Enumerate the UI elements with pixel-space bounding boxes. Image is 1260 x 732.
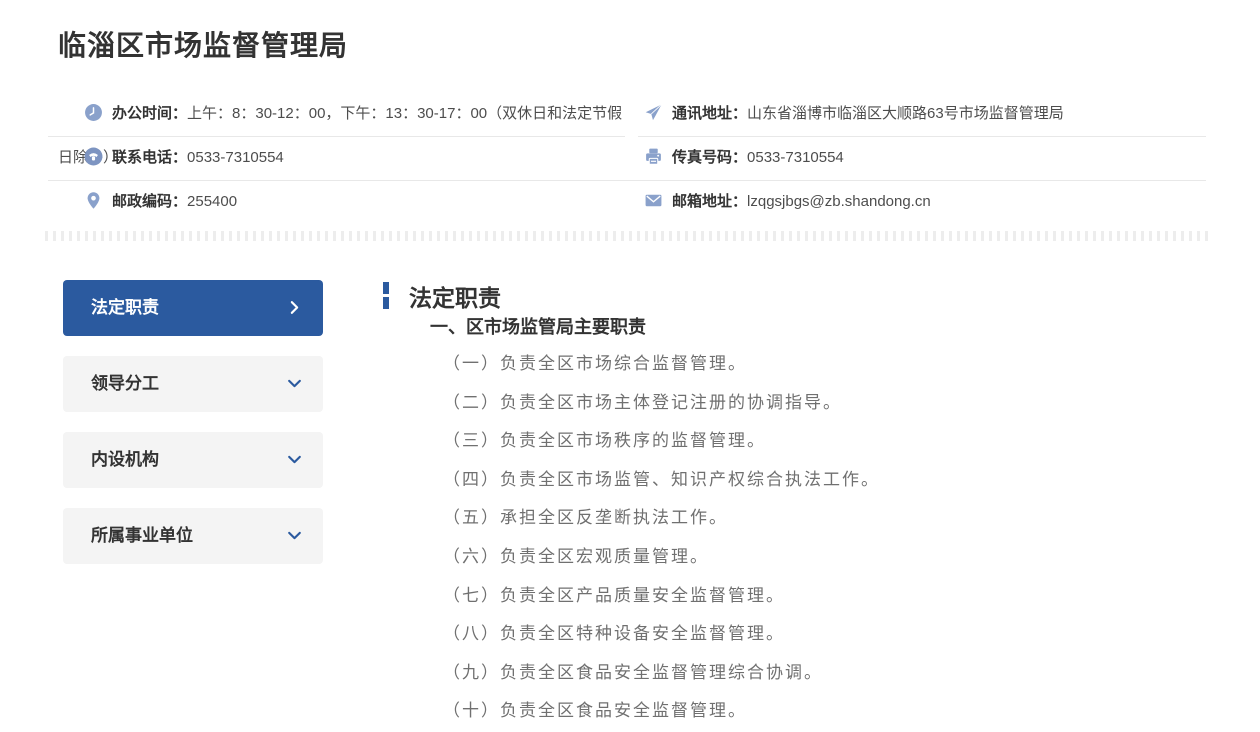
row-divider — [48, 180, 1206, 181]
sidebar-item-label: 所属事业单位 — [91, 526, 193, 545]
duty-item: （五）承担全区反垄断执法工作。 — [443, 508, 728, 528]
phone-icon — [84, 147, 103, 166]
email-row: 邮箱地址：lzqgsjbgs@zb.shandong.cn — [636, 180, 1208, 224]
sidebar-item-legal-duties[interactable]: 法定职责 — [63, 280, 323, 336]
postal-text: 邮政编码：255400 — [84, 191, 238, 210]
chevron-down-icon — [286, 451, 303, 468]
sidebar-item-label: 法定职责 — [91, 298, 159, 317]
contact-label: 联系电话： — [112, 149, 188, 166]
contact-label: 通讯地址： — [672, 105, 748, 122]
contact-value: 0533-7310554 — [187, 149, 284, 166]
duty-item: （二）负责全区市场主体登记注册的协调指导。 — [443, 392, 842, 412]
chevron-down-icon — [286, 375, 303, 392]
duty-item: （一）负责全区市场综合监督管理。 — [443, 354, 747, 373]
contact-value: 0533-7310554 — [747, 149, 844, 166]
section-marker-bar — [383, 282, 389, 294]
contact-value: lzqgsjbgs@zb.shandong.cn — [747, 193, 931, 210]
fax-row: 传真号码：0533-7310554 — [636, 136, 1208, 180]
duty-item: （六）负责全区宏观质量管理。 — [443, 546, 709, 566]
hatched-divider — [45, 231, 1208, 241]
sidebar-item-internal-orgs[interactable]: 内设机构 — [63, 432, 323, 488]
envelope-icon — [644, 191, 663, 210]
address-text: 通讯地址：山东省淄博市临淄区大顺路63号市场监督管理局 — [644, 103, 1064, 122]
page: 临淄区市场监督管理局 办公时间：上午：8：30-12：00，下午：13：30-1… — [0, 0, 1260, 732]
postal-code-row: 邮政编码：255400 — [58, 180, 625, 224]
row-divider — [638, 136, 1206, 137]
duty-item: （八）负责全区特种设备安全监督管理。 — [443, 624, 785, 644]
duty-item: （九）负责全区食品安全监督管理综合协调。 — [443, 662, 823, 682]
duty-item: （三）负责全区市场秩序的监督管理。 — [443, 431, 766, 451]
sidebar-item-affiliated-units[interactable]: 所属事业单位 — [63, 508, 323, 564]
duty-item: （十）负责全区食品安全监督管理。 — [443, 701, 747, 721]
chevron-down-icon — [286, 527, 303, 544]
contact-label: 邮箱地址： — [672, 193, 748, 210]
sidebar-item-leadership[interactable]: 领导分工 — [63, 356, 323, 412]
page-title: 临淄区市场监督管理局 — [58, 30, 349, 61]
contact-value: 255400 — [187, 193, 238, 210]
section-marker-bar — [383, 297, 389, 309]
phone-text: 联系电话：0533-7310554 — [84, 147, 284, 166]
paper-plane-icon — [644, 103, 663, 122]
section-marker — [383, 282, 389, 309]
chevron-right-icon — [286, 299, 303, 316]
address-row: 通讯地址：山东省淄博市临淄区大顺路63号市场监督管理局 — [636, 92, 1208, 136]
contact-label: 邮政编码： — [112, 193, 188, 210]
fax-text: 传真号码：0533-7310554 — [644, 147, 844, 166]
duty-item: （七）负责全区产品质量安全监督管理。 — [443, 585, 785, 605]
duty-item: （四）负责全区市场监管、知识产权综合执法工作。 — [443, 469, 880, 489]
contact-value: 山东省淄博市临淄区大顺路63号市场监督管理局 — [747, 105, 1064, 122]
email-text: 邮箱地址：lzqgsjbgs@zb.shandong.cn — [644, 193, 931, 210]
sidebar-item-label: 领导分工 — [91, 374, 159, 393]
duties-list: （一）负责全区市场综合监督管理。 （二）负责全区市场主体登记注册的协调指导。 （… — [443, 345, 1203, 731]
clock-icon — [84, 103, 103, 122]
contact-label: 办公时间： — [112, 105, 188, 122]
contact-label: 传真号码： — [672, 149, 748, 166]
phone-row: 联系电话：0533-7310554 — [58, 136, 625, 180]
section-subtitle: 一、区市场监管局主要职责 — [430, 317, 646, 337]
sidebar-item-label: 内设机构 — [91, 450, 159, 469]
office-hours-row: 办公时间：上午：8：30-12：00，下午：13：30-17：00（双休日和法定… — [58, 92, 625, 166]
section-title: 法定职责 — [409, 285, 501, 311]
location-pin-icon — [84, 191, 103, 210]
fax-icon — [644, 147, 663, 166]
